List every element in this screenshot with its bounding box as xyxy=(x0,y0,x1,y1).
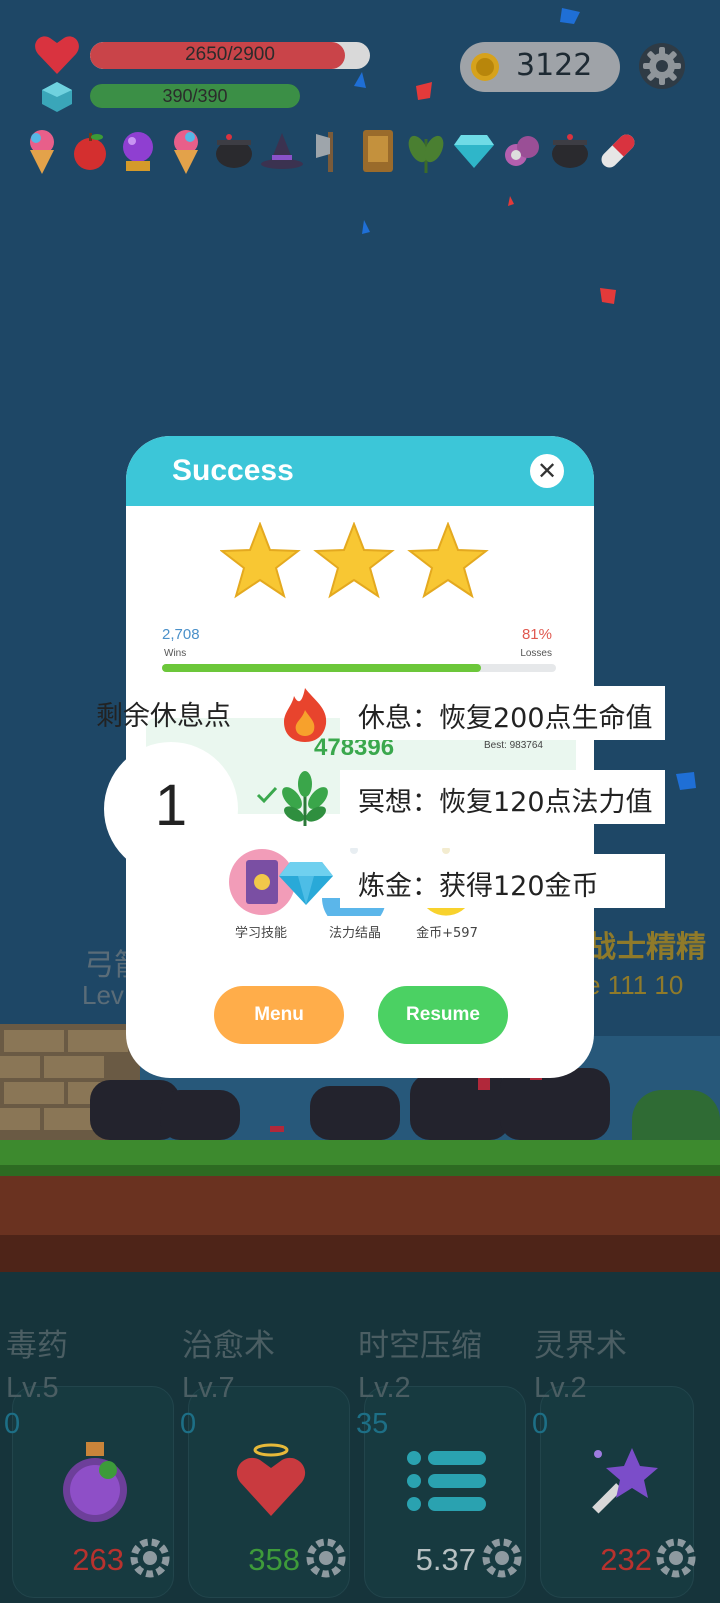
star-icon xyxy=(407,522,489,599)
skill-name: 时空压缩 xyxy=(358,1328,482,1364)
list-icon xyxy=(407,1451,486,1511)
progress-fill xyxy=(162,664,482,672)
dialog-title: Success xyxy=(172,454,294,487)
option-text: 休息：恢复200点生命值 xyxy=(358,703,653,734)
skill-poison[interactable]: 毒药 Lv.5 0 263 xyxy=(0,1320,174,1603)
skill-heal[interactable]: 治愈术 Lv.7 0 358 xyxy=(176,1320,350,1603)
skill-cost: 263 xyxy=(72,1542,124,1577)
reward-label: 法力结晶 xyxy=(328,926,381,941)
magic-wand-icon xyxy=(592,1448,658,1514)
angel-heart-icon xyxy=(236,1443,306,1516)
skill-cooldown: 0 xyxy=(180,1408,197,1440)
upgrade-gear-icon[interactable] xyxy=(128,1536,172,1580)
fire-icon[interactable] xyxy=(278,686,332,744)
bush xyxy=(632,1090,720,1140)
skill-cost: 232 xyxy=(600,1542,652,1577)
option-text: 冥想：恢复120点法力值 xyxy=(358,787,653,818)
skill-level: Lv.5 xyxy=(6,1372,59,1404)
rest-option-alchemy[interactable]: 炼金：获得120金币 xyxy=(340,854,665,908)
skill-level: Lv.7 xyxy=(182,1372,235,1404)
close-button[interactable]: ✕ xyxy=(530,454,564,488)
right-enemy-level: e 111 10 xyxy=(586,970,684,1000)
ground-dirt-dark xyxy=(0,1235,720,1273)
rest-option-meditate[interactable]: 冥想：恢复120点法力值 xyxy=(340,770,665,824)
progress-track xyxy=(162,664,556,672)
upgrade-gear-icon[interactable] xyxy=(654,1536,698,1580)
skill-cooldown: 0 xyxy=(4,1408,21,1440)
upgrade-gear-icon[interactable] xyxy=(304,1536,348,1580)
skill-name: 灵界术 xyxy=(534,1328,627,1364)
best-score: Best: 983764 xyxy=(484,740,543,751)
losses-value: 81% xyxy=(521,626,552,643)
right-enemy-name: 战士精精 xyxy=(586,930,706,965)
upgrade-gear-icon[interactable] xyxy=(480,1536,524,1580)
skill-cooldown: 0 xyxy=(532,1408,549,1440)
rest-option-heal[interactable]: 休息：恢复200点生命值 xyxy=(340,686,665,740)
skill-name: 治愈术 xyxy=(182,1328,275,1364)
wins-label: Wins xyxy=(164,648,187,659)
losses-label: Losses xyxy=(520,648,552,659)
leaf-icon[interactable] xyxy=(278,770,332,828)
skill-time-compress[interactable]: 时空压缩 Lv.2 35 5.37 xyxy=(352,1320,526,1603)
menu-button[interactable]: Menu xyxy=(214,986,344,1044)
reward-label: 学习技能 xyxy=(234,926,287,941)
reward-label: 金币+597 xyxy=(416,926,478,941)
option-text: 炼金：获得120金币 xyxy=(358,871,599,902)
rest-points-value: 1 xyxy=(154,773,188,838)
skill-cooldown: 35 xyxy=(356,1408,389,1440)
skill-cost: 358 xyxy=(248,1542,300,1577)
diamond-icon[interactable] xyxy=(278,860,334,906)
skill-spirit-realm[interactable]: 灵界术 Lv.2 0 232 xyxy=(528,1320,700,1603)
potion-icon xyxy=(63,1442,127,1522)
wins-value: 2,708 xyxy=(162,626,200,643)
rest-points-label: 剩余休息点 xyxy=(96,701,231,732)
resume-button[interactable]: Resume xyxy=(378,986,508,1044)
skill-level: Lv.2 xyxy=(358,1372,411,1404)
left-hero-level: Lev xyxy=(82,980,124,1010)
star-icon xyxy=(313,522,395,599)
skill-cost: 5.37 xyxy=(415,1542,476,1577)
skill-level: Lv.2 xyxy=(534,1372,587,1404)
stars xyxy=(220,522,489,599)
dialog-header: Success ✕ xyxy=(126,436,594,506)
check-icon xyxy=(256,786,278,804)
skill-name: 毒药 xyxy=(6,1328,68,1364)
star-icon xyxy=(220,522,301,599)
